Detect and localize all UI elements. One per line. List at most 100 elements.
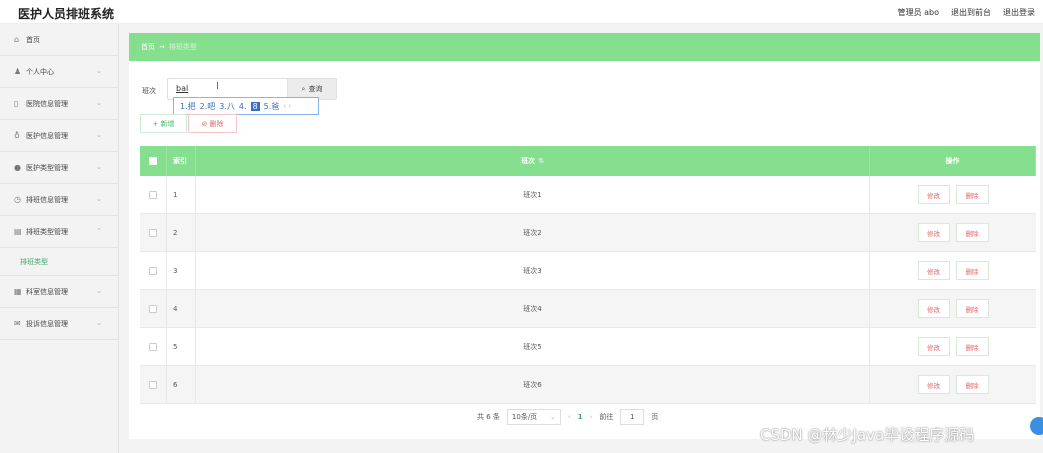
row-check-cell <box>140 328 167 365</box>
delete-button[interactable]: 删除 <box>955 375 989 394</box>
data-table: 索引 班次⇅ 操作 1 班次1 修改 删除 2 班次2 修改 删除 3 班次3 <box>140 146 1036 404</box>
table-row: 6 班次6 修改 删除 <box>140 366 1036 404</box>
ime-candidate[interactable]: 2.吧 <box>200 101 216 112</box>
sidebar-item-hospital-info[interactable]: ▯ 医院信息管理 ⌄ <box>0 88 118 120</box>
goto-label: 前往 <box>599 413 614 421</box>
batch-delete-button[interactable]: ⊘ 删除 <box>188 114 237 133</box>
total-count: 共 6 条 <box>477 413 500 421</box>
current-user-label: 管理员 abo <box>897 8 939 17</box>
watermark: CSDN @林少Java毕设程序源码 <box>760 426 975 444</box>
table-row: 5 班次5 修改 删除 <box>140 328 1036 366</box>
delete-button[interactable]: 删除 <box>955 261 989 280</box>
text-cursor-icon: I <box>216 81 219 92</box>
chevron-down-icon: ⌄ <box>96 319 102 327</box>
page-size-value: 10条/页 <box>511 413 538 421</box>
ime-candidate[interactable]: 1.把 <box>180 101 196 112</box>
floating-assistant-icon[interactable] <box>1030 417 1043 435</box>
delete-button[interactable]: 删除 <box>955 223 989 242</box>
sidebar: ⌂ 首页 ♟ 个人中心 ⌄ ▯ 医院信息管理 ⌄ ♁ 医护信息管理 ⌄ ● 医护… <box>0 24 119 453</box>
sidebar-item-label: 首页 <box>26 35 40 44</box>
edit-button[interactable]: 修改 <box>917 261 950 280</box>
row-check-cell <box>140 214 167 251</box>
prev-page-icon[interactable]: ‹ <box>568 413 571 421</box>
sidebar-item-personal-center[interactable]: ♟ 个人中心 ⌄ <box>0 56 118 88</box>
back-to-front-link[interactable]: 退出到前台 <box>951 7 991 18</box>
row-name: 班次1 <box>196 176 870 213</box>
header-name-label: 班次 <box>521 157 536 165</box>
table-row: 1 班次1 修改 删除 <box>140 176 1036 214</box>
breadcrumb-home[interactable]: 首页 <box>141 42 155 52</box>
main-panel: 首页 → 排班类型 班次 bal I ⌕ 查询 1.把 2.吧 3.八 4. 8… <box>129 33 1040 439</box>
row-name: 班次4 <box>196 290 870 327</box>
row-index: 5 <box>167 328 196 365</box>
breadcrumb-current: 排班类型 <box>168 43 197 51</box>
trash-icon: ⊘ <box>201 119 210 128</box>
delete-button[interactable]: 删除 <box>955 337 989 356</box>
row-checkbox[interactable] <box>149 304 157 313</box>
calendar-icon: ▤ <box>14 227 22 236</box>
row-index: 1 <box>167 176 196 213</box>
select-all-cell <box>140 146 167 176</box>
delete-button[interactable]: 删除 <box>955 185 989 204</box>
sidebar-item-complaint-info[interactable]: ✉ 投诉信息管理 ⌄ <box>0 308 118 340</box>
ime-candidate[interactable]: 5.爸 <box>264 101 280 112</box>
row-checkbox[interactable] <box>149 380 157 389</box>
search-icon: ⌕ <box>301 84 306 93</box>
row-checkbox[interactable] <box>149 266 157 275</box>
user-icon: ♟ <box>14 67 22 76</box>
row-index: 4 <box>167 290 196 327</box>
row-checkbox[interactable] <box>149 342 157 351</box>
chevron-down-icon: ⌄ <box>96 131 102 139</box>
row-index: 2 <box>167 214 196 251</box>
row-checkbox[interactable] <box>149 190 157 199</box>
ime-candidate[interactable]: 3.八 <box>219 101 235 112</box>
clock-icon: ◷ <box>14 195 21 204</box>
header-index: 索引 <box>167 146 196 176</box>
hospital-icon: ▯ <box>14 99 19 108</box>
next-page-icon[interactable]: › <box>590 413 593 421</box>
ime-candidate-bar: 1.把 2.吧 3.八 4. 8 5.爸 ‹ › <box>173 97 319 115</box>
sidebar-item-label: 个人中心 <box>26 67 54 76</box>
sidebar-item-label: 医护类型管理 <box>26 163 68 172</box>
sidebar-item-schedule-type[interactable]: ▤ 排班类型管理 ⌃ <box>0 216 118 248</box>
edit-button[interactable]: 修改 <box>917 223 950 242</box>
table-row: 3 班次3 修改 删除 <box>140 252 1036 290</box>
sidebar-item-medical-type[interactable]: ● 医护类型管理 ⌄ <box>0 152 118 184</box>
edit-button[interactable]: 修改 <box>917 185 950 204</box>
row-name: 班次3 <box>196 252 870 289</box>
ime-page-arrows-icon[interactable]: ‹ › <box>283 102 291 110</box>
chevron-down-icon: ⌄ <box>96 195 102 203</box>
logout-link[interactable]: 退出登录 <box>1003 7 1035 18</box>
edit-button[interactable]: 修改 <box>917 375 950 394</box>
breadcrumb: 首页 → 排班类型 <box>129 33 1040 61</box>
breadcrumb-arrow: → <box>159 43 165 51</box>
row-check-cell <box>140 290 167 327</box>
edit-button[interactable]: 修改 <box>917 299 950 318</box>
app-title: 医护人员排班系统 <box>18 7 115 21</box>
select-all-checkbox[interactable] <box>149 157 157 165</box>
sidebar-item-medical-staff-info[interactable]: ♁ 医护信息管理 ⌄ <box>0 120 118 152</box>
tag-icon: ● <box>14 163 21 172</box>
table-row: 2 班次2 修改 删除 <box>140 214 1036 252</box>
goto-page-input[interactable]: 1 <box>620 409 645 425</box>
current-page[interactable]: 1 <box>578 413 583 421</box>
header-name[interactable]: 班次 ⇅ <box>196 146 870 176</box>
sidebar-subitem-schedule-type[interactable]: 排班类型 <box>0 248 118 276</box>
delete-button[interactable]: 删除 <box>955 299 989 318</box>
query-button-label: 查询 <box>308 85 323 93</box>
page-size-select[interactable]: 10条/页 ⌄ <box>506 409 561 425</box>
sidebar-item-home[interactable]: ⌂ 首页 <box>0 24 118 56</box>
sort-icon[interactable]: ⇅ <box>538 157 544 165</box>
add-button[interactable]: + 新增 <box>140 114 187 133</box>
chevron-up-icon: ⌃ <box>96 227 102 235</box>
row-actions: 修改 删除 <box>870 176 1036 213</box>
edit-button[interactable]: 修改 <box>917 337 950 356</box>
ime-candidate-selected[interactable]: 8 <box>250 101 260 111</box>
row-actions: 修改 删除 <box>870 328 1036 365</box>
sidebar-item-schedule-info[interactable]: ◷ 排班信息管理 ⌄ <box>0 184 118 216</box>
row-check-cell <box>140 176 167 213</box>
ime-candidate[interactable]: 4. <box>239 102 247 111</box>
sidebar-item-department-info[interactable]: ▦ 科室信息管理 ⌄ <box>0 276 118 308</box>
row-checkbox[interactable] <box>149 228 157 237</box>
row-name: 班次5 <box>196 328 870 365</box>
